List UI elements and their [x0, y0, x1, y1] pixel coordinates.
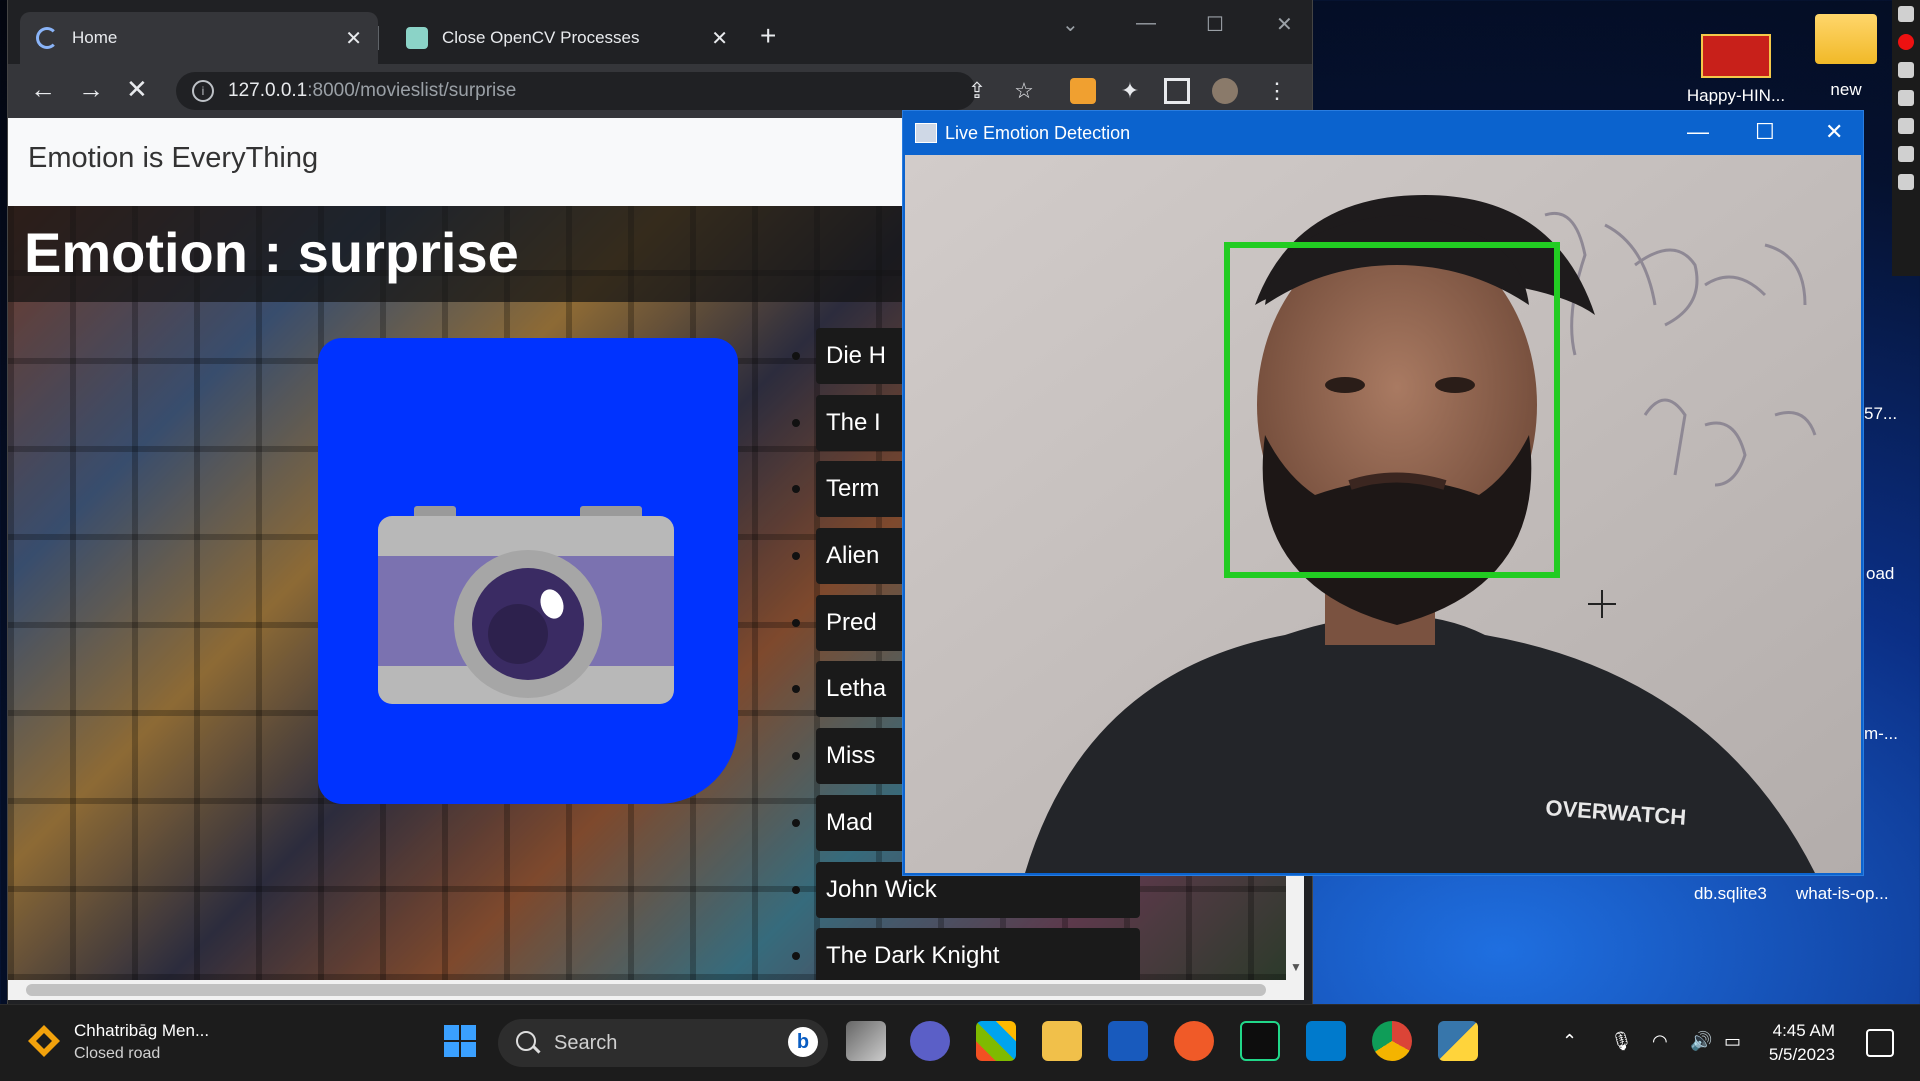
bookmark-star-icon[interactable]: ☆: [1011, 78, 1037, 104]
desktop-icon-happy-hin[interactable]: Happy-HIN...: [1686, 34, 1786, 106]
desktop-partial-label: m-...: [1864, 724, 1898, 743]
maximize-button[interactable]: ☐: [1206, 12, 1224, 37]
windows-start-icon[interactable]: [440, 1021, 480, 1061]
tab-search-chevron-icon[interactable]: ⌄: [1062, 12, 1079, 37]
bullet: [792, 352, 800, 360]
recorder-toolbar: [1892, 0, 1920, 276]
camera-icon[interactable]: [1898, 6, 1914, 22]
clock-date[interactable]: 5/5/2023: [1735, 1045, 1835, 1065]
tab-close-opencv[interactable]: Close OpenCV Processes ✕: [390, 12, 744, 64]
microsoft-store-icon[interactable]: [976, 1021, 1016, 1061]
notification-icon[interactable]: [1866, 1029, 1894, 1057]
desktop-icon-label: Happy-HIN...: [1686, 86, 1786, 105]
clock-time[interactable]: 4:45 AM: [1735, 1021, 1835, 1041]
chrome-icon[interactable]: [1372, 1021, 1412, 1061]
emotion-title: Emotion : surprise: [24, 221, 519, 284]
minimize-button[interactable]: —: [1136, 12, 1156, 35]
puzzle-extensions-icon[interactable]: ✦: [1117, 78, 1143, 104]
url-host: 127.0.0.1: [228, 80, 308, 101]
teams-chat-icon[interactable]: [910, 1021, 950, 1061]
loading-spinner-icon: [36, 27, 58, 49]
tab-home[interactable]: Home ✕: [20, 12, 378, 64]
camera-icon: [378, 506, 674, 704]
minimize-button[interactable]: —: [1687, 119, 1709, 145]
close-window-button[interactable]: ✕: [1276, 12, 1293, 37]
stop-loading-button[interactable]: ✕: [126, 74, 148, 105]
microphone-icon[interactable]: 🎙: [1610, 1031, 1633, 1052]
webcam-icon[interactable]: [1898, 118, 1914, 134]
word-icon[interactable]: [1108, 1021, 1148, 1061]
video-thumbnail-icon: [1701, 34, 1771, 78]
task-view-icon[interactable]: [846, 1021, 886, 1061]
folder-icon: [1815, 14, 1877, 64]
side-panel-icon[interactable]: [1164, 78, 1190, 104]
profile-avatar[interactable]: [1212, 78, 1238, 104]
microphone-icon[interactable]: [1898, 62, 1914, 78]
site-brand[interactable]: Emotion is EveryThing: [28, 142, 318, 175]
share-icon[interactable]: ⇪: [964, 78, 990, 104]
window-app-icon: [915, 123, 937, 143]
settings-icon[interactable]: [1898, 174, 1914, 190]
extension-icon[interactable]: [1070, 78, 1096, 104]
python-icon[interactable]: [1438, 1021, 1478, 1061]
bullet: [792, 618, 800, 627]
window-title: Live Emotion Detection: [945, 123, 1131, 143]
scroll-down-arrow-icon[interactable]: ▼: [1290, 960, 1302, 974]
close-icon[interactable]: ✕: [711, 26, 728, 51]
address-bar[interactable]: i 127.0.0.1:8000/movieslist/surprise: [176, 72, 976, 110]
scrollbar-thumb[interactable]: [26, 984, 1266, 996]
search-icon: [516, 1031, 536, 1051]
chevron-up-icon[interactable]: ⌃: [1562, 1031, 1577, 1052]
site-favicon-icon: [406, 27, 428, 49]
file-explorer-icon[interactable]: [1042, 1021, 1082, 1061]
bullet: [792, 885, 800, 894]
opencv-titlebar[interactable]: Live Emotion Detection — ☐ ✕: [903, 111, 1863, 155]
webcam-feed-image: OVERWATCH: [905, 155, 1861, 873]
volume-icon[interactable]: 🔊: [1690, 1031, 1712, 1052]
desktop-icon-db-sqlite3[interactable]: db.sqlite3: [1694, 884, 1767, 904]
wifi-icon[interactable]: ◠: [1652, 1031, 1668, 1052]
close-window-button[interactable]: ✕: [1825, 119, 1843, 145]
tab-label: Home: [72, 28, 118, 47]
record-icon[interactable]: [1898, 34, 1914, 50]
traffic-alert-icon[interactable]: [26, 1023, 62, 1059]
more-menu-icon[interactable]: ⋮: [1264, 78, 1290, 104]
widget-title[interactable]: Chhatribāg Men...: [74, 1021, 209, 1041]
forward-button[interactable]: →: [78, 74, 104, 105]
widget-subtitle[interactable]: Closed road: [74, 1045, 160, 1063]
tab-bar: Home ✕ Close OpenCV Processes ✕ + ⌄ — ☐ …: [8, 0, 1312, 70]
new-tab-button[interactable]: +: [760, 20, 776, 52]
speaker-icon[interactable]: [1898, 90, 1914, 106]
bullet: [792, 552, 800, 561]
movie-title[interactable]: The Dark Knight: [816, 928, 1140, 980]
webcam-frame: OVERWATCH: [905, 155, 1861, 873]
maximize-button[interactable]: ☐: [1755, 119, 1775, 145]
horizontal-scrollbar[interactable]: [8, 980, 1304, 1000]
site-info-icon[interactable]: i: [192, 80, 214, 102]
url-path: :8000/movieslist/surprise: [307, 80, 517, 101]
vscode-icon[interactable]: [1306, 1021, 1346, 1061]
taskbar: Chhatribāg Men... Closed road Search b ⌃…: [0, 1004, 1920, 1081]
pycharm-icon[interactable]: [1240, 1021, 1280, 1061]
camera-button[interactable]: [318, 338, 738, 804]
bullet: [792, 418, 800, 427]
desktop-icon-what-is-op[interactable]: what-is-op...: [1796, 884, 1889, 904]
taskbar-search[interactable]: Search b: [498, 1019, 828, 1067]
bing-icon[interactable]: b: [788, 1027, 818, 1057]
search-placeholder: Search: [554, 1032, 618, 1054]
desktop-icon-new[interactable]: new: [1796, 14, 1896, 100]
back-button[interactable]: ←: [30, 74, 56, 105]
screen-icon[interactable]: [1898, 146, 1914, 162]
postman-icon[interactable]: [1174, 1021, 1214, 1061]
desktop-icon-label: new: [1830, 80, 1862, 99]
close-icon[interactable]: ✕: [345, 26, 362, 51]
opencv-window: Live Emotion Detection — ☐ ✕ OVERWATCH: [902, 110, 1864, 876]
tab-separator: [378, 26, 379, 50]
bullet: [792, 818, 800, 827]
desktop-partial-label: oad: [1866, 564, 1895, 583]
desktop-partial-label: 57...: [1864, 404, 1898, 423]
tab-label: Close OpenCV Processes: [442, 28, 640, 47]
